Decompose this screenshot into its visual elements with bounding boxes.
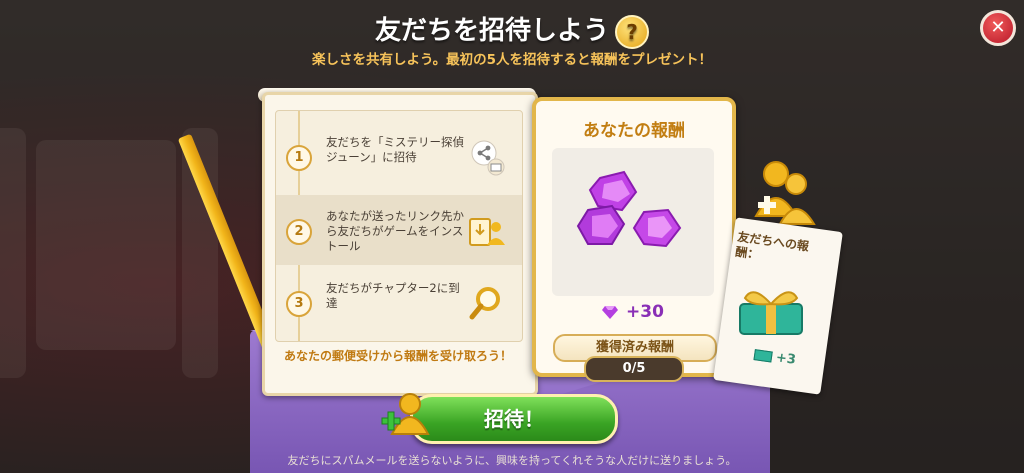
title-text: 友だちを招待しよう xyxy=(374,16,609,46)
list-item: 3 友だちがチャプター2に到達 xyxy=(276,267,522,337)
add-friend-icon xyxy=(381,393,430,435)
reward-amount: +30 xyxy=(552,302,714,322)
step-number: 1 xyxy=(286,145,312,171)
footnote: 友だちにスパムメールを送らないように、興味を持ってくれそうな人だけに送りましょう… xyxy=(287,454,737,467)
step-text: 友だちがチャプター2に到達 xyxy=(326,281,460,310)
gems-icon xyxy=(576,170,682,248)
step-number: 3 xyxy=(286,291,312,317)
invite-button[interactable]: 招待！ xyxy=(410,394,618,444)
page-title: 友だちを招待しよう? xyxy=(0,10,1024,49)
step-number: 2 xyxy=(286,219,312,245)
step-text: あなたが送ったリンク先から友だちがゲームをインストール xyxy=(326,209,464,253)
list-item: 2 あなたが送ったリンク先から友だちがゲームをインストール xyxy=(276,195,522,265)
invite-progress: 0/5 xyxy=(584,356,684,382)
reward-amount-text: +30 xyxy=(626,302,664,322)
scroll-footer: あなたの郵便受けから報酬を受け取ろう！ xyxy=(283,349,512,363)
ticket-icon xyxy=(753,349,773,363)
subtitle: 楽しさを共有しよう。最初の5人を招待すると報酬をプレゼント！ xyxy=(311,52,713,68)
step-text: 友だちを「ミステリー探偵ジューン」に招待 xyxy=(326,135,464,164)
gem-icon xyxy=(602,306,619,319)
install-icon xyxy=(469,218,505,246)
reward-title: あなたの報酬 xyxy=(583,121,685,141)
gift-box-icon xyxy=(739,291,803,335)
steps-list: 1 友だちを「ミステリー探偵ジューン」に招待 2 あなたが送ったリンク先から友だ… xyxy=(275,110,523,342)
share-icon xyxy=(471,140,505,176)
list-item: 1 友だちを「ミステリー探偵ジューン」に招待 xyxy=(276,121,522,191)
help-button[interactable]: ? xyxy=(615,14,649,49)
friend-reward-amount-text: +3 xyxy=(774,350,797,368)
magnifier-icon xyxy=(469,287,500,320)
close-button[interactable]: ✕ xyxy=(980,10,1016,46)
reward-image xyxy=(552,148,714,296)
